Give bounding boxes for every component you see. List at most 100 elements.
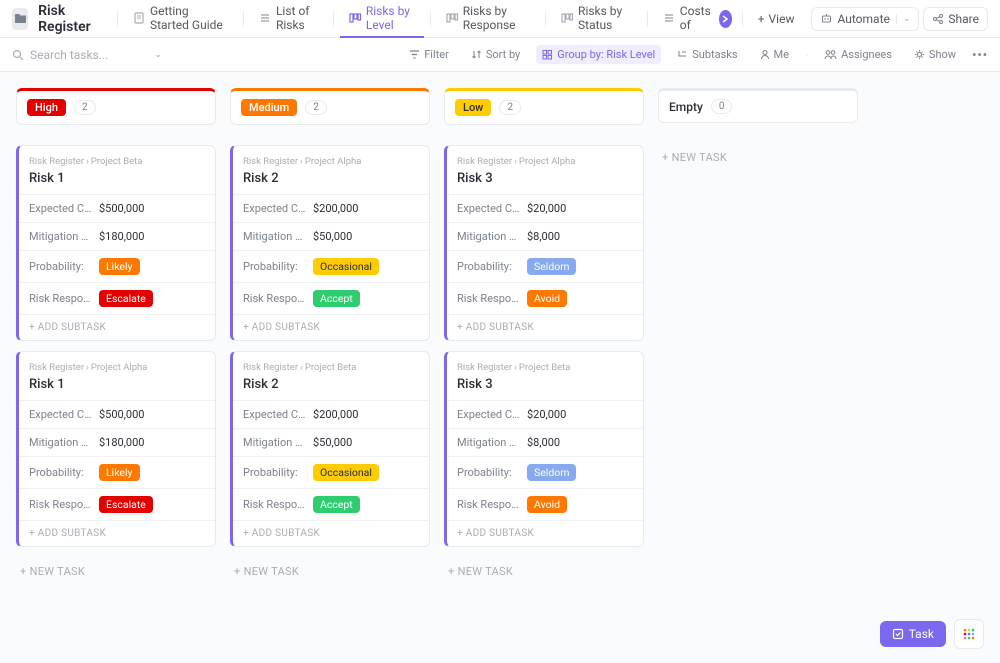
search-placeholder: Search tasks... xyxy=(30,48,108,62)
field-value: $8,000 xyxy=(527,230,560,243)
tag: Accept xyxy=(313,290,360,307)
new-task-button[interactable]: + NEW TASK xyxy=(16,557,216,586)
tab-risks-by-level[interactable]: Risks by Level xyxy=(340,0,424,38)
field-label: Risk Respo… xyxy=(29,498,99,511)
field-label: Probability: xyxy=(457,260,527,273)
more-options-button[interactable]: ••• xyxy=(972,48,988,62)
add-view-label: View xyxy=(769,12,795,26)
field-row: Mitigation …$50,000 xyxy=(233,222,429,250)
person-icon xyxy=(760,49,770,60)
card-title: Risk 2 xyxy=(243,377,419,392)
tag: Occasional xyxy=(313,464,379,481)
list-icon xyxy=(258,11,272,25)
group-icon xyxy=(542,49,553,60)
field-value: $500,000 xyxy=(99,202,144,215)
add-subtask-button[interactable]: + ADD SUBTASK xyxy=(447,520,643,546)
subtasks-icon xyxy=(677,49,688,60)
tab-risks-by-response[interactable]: Risks by Response xyxy=(437,0,540,38)
tab-list-of-risks[interactable]: List of Risks xyxy=(250,0,327,38)
card-title: Risk 2 xyxy=(243,171,419,186)
field-row: Expected C…$500,000 xyxy=(19,400,215,428)
task-card[interactable]: Risk Register›Project AlphaRisk 3Expecte… xyxy=(444,145,644,341)
more-tabs-button[interactable] xyxy=(719,10,732,28)
page-title: Risk Register xyxy=(38,3,99,35)
column-empty: Empty0 + NEW TASK xyxy=(658,88,858,647)
field-label: Expected C… xyxy=(29,202,99,215)
field-row: Risk Respo…Escalate xyxy=(19,282,215,314)
tab-costs-of[interactable]: Costs of xyxy=(654,0,713,38)
field-value: $200,000 xyxy=(313,202,358,215)
new-task-button[interactable]: + NEW TASK xyxy=(658,143,858,172)
field-label: Mitigation … xyxy=(457,436,527,449)
field-label: Mitigation … xyxy=(29,436,99,449)
column-high: High2 Risk Register›Project BetaRisk 1Exp… xyxy=(16,88,216,647)
apps-fab[interactable] xyxy=(954,619,984,649)
search-icon xyxy=(12,49,24,61)
task-card[interactable]: Risk Register›Project BetaRisk 3Expected… xyxy=(444,351,644,547)
group-label: Group by: Risk Level xyxy=(557,48,655,61)
field-label: Risk Respo… xyxy=(243,498,313,511)
task-card[interactable]: Risk Register›Project BetaRisk 1Expected… xyxy=(16,145,216,341)
subtasks-button[interactable]: Subtasks xyxy=(671,45,743,64)
count-badge: 2 xyxy=(499,100,521,115)
show-button[interactable]: Show xyxy=(908,45,962,64)
column-header[interactable]: Low2 xyxy=(444,88,644,125)
board-icon xyxy=(560,11,574,25)
column-header[interactable]: High2 xyxy=(16,88,216,125)
field-value: $200,000 xyxy=(313,408,358,421)
field-label: Expected C… xyxy=(29,408,99,421)
add-subtask-button[interactable]: + ADD SUBTASK xyxy=(233,520,429,546)
tag: Seldom xyxy=(527,258,576,275)
column-header[interactable]: Medium2 xyxy=(230,88,430,125)
field-label: Probability: xyxy=(243,260,313,273)
folder-icon xyxy=(12,8,28,30)
add-subtask-button[interactable]: + ADD SUBTASK xyxy=(19,314,215,340)
task-card[interactable]: Risk Register›Project AlphaRisk 2Expecte… xyxy=(230,145,430,341)
fab-label: Task xyxy=(909,627,934,641)
new-task-button[interactable]: + NEW TASK xyxy=(230,557,430,586)
task-card[interactable]: Risk Register›Project BetaRisk 2Expected… xyxy=(230,351,430,547)
tag: Avoid xyxy=(527,496,567,513)
list-icon xyxy=(662,11,676,25)
level-pill: Medium xyxy=(241,99,297,116)
field-label: Expected C… xyxy=(243,202,313,215)
field-label: Probability: xyxy=(457,466,527,479)
field-row: Expected C…$20,000 xyxy=(447,194,643,222)
filter-button[interactable]: Filter xyxy=(403,45,455,64)
doc-icon xyxy=(132,11,146,25)
field-value: $500,000 xyxy=(99,408,144,421)
add-subtask-button[interactable]: + ADD SUBTASK xyxy=(19,520,215,546)
field-label: Mitigation … xyxy=(243,436,313,449)
task-card[interactable]: Risk Register›Project AlphaRisk 1Expecte… xyxy=(16,351,216,547)
level-pill: High xyxy=(27,99,66,116)
show-label: Show xyxy=(929,48,956,61)
group-by-button[interactable]: Group by: Risk Level xyxy=(536,45,661,64)
assignees-button[interactable]: Assignees xyxy=(818,45,898,64)
plus-icon: + xyxy=(758,12,765,26)
field-label: Risk Respo… xyxy=(243,292,313,305)
add-view-button[interactable]: + View xyxy=(749,7,804,31)
column-header[interactable]: Empty0 xyxy=(658,88,858,123)
robot-icon xyxy=(820,12,833,25)
new-task-button[interactable]: + NEW TASK xyxy=(444,557,644,586)
me-button[interactable]: Me xyxy=(754,45,795,64)
share-button[interactable]: Share xyxy=(923,7,988,31)
tab-label: Risks by Status xyxy=(578,4,633,32)
new-task-fab[interactable]: Task xyxy=(880,621,946,647)
field-row: Probability:Seldom xyxy=(447,250,643,282)
tag: Likely xyxy=(99,464,140,481)
tag: Occasional xyxy=(313,258,379,275)
field-label: Probability: xyxy=(243,466,313,479)
tab-risks-by-status[interactable]: Risks by Status xyxy=(552,0,641,38)
tab-getting-started[interactable]: Getting Started Guide xyxy=(124,0,237,38)
field-label: Probability: xyxy=(29,260,99,273)
field-label: Mitigation … xyxy=(457,230,527,243)
chevron-down-icon: ⌄ xyxy=(896,14,911,24)
add-subtask-button[interactable]: + ADD SUBTASK xyxy=(233,314,429,340)
add-subtask-button[interactable]: + ADD SUBTASK xyxy=(447,314,643,340)
automate-button[interactable]: Automate ⌄ xyxy=(811,7,919,31)
chevron-down-icon: ⌄ xyxy=(154,50,162,60)
search-input[interactable]: Search tasks... ⌄ xyxy=(12,48,162,62)
sort-button[interactable]: Sort by xyxy=(465,45,526,64)
board-icon xyxy=(445,11,459,25)
